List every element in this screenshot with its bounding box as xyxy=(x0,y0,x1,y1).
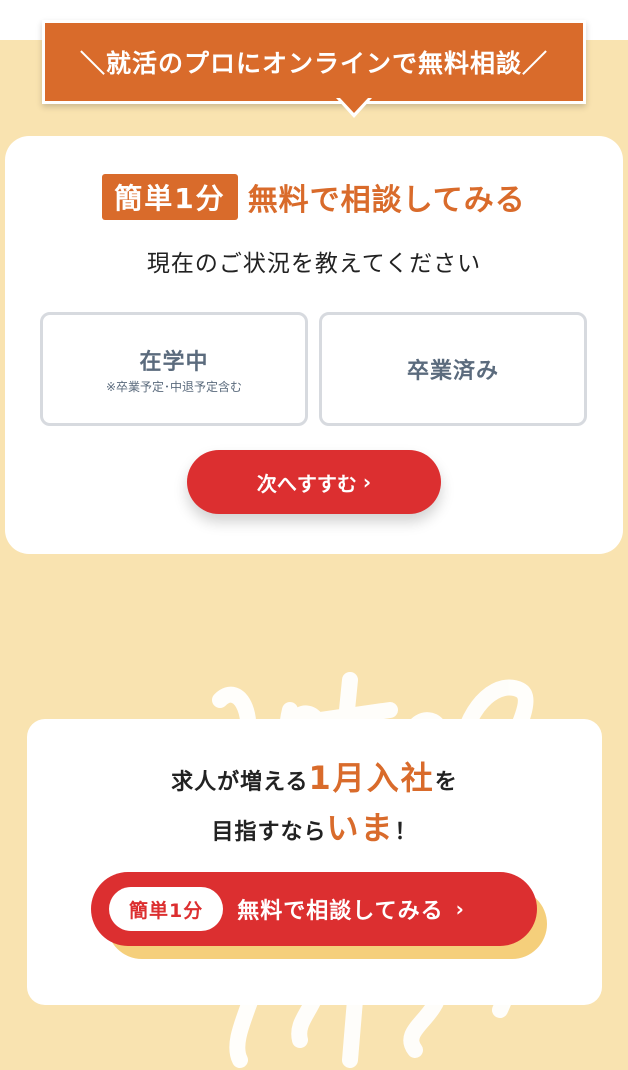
quick-badge: 簡単1分 xyxy=(102,174,238,220)
option-label: 在学中 xyxy=(139,349,209,375)
next-button[interactable]: 次へすすむ › xyxy=(187,450,441,514)
cta-text: ！ xyxy=(394,820,418,845)
card-title: 無料で相談してみる xyxy=(247,183,526,218)
cta-text: を xyxy=(434,770,458,795)
consultation-form-card: 簡単1分 無料で相談してみる 現在のご状況を教えてください 在学中 ※卒業予定･… xyxy=(5,136,623,554)
cta-line-1: 求人が増える1月入社を xyxy=(27,753,602,799)
option-in-school[interactable]: 在学中 ※卒業予定･中退予定含む xyxy=(40,312,308,426)
cta-button-label: 無料で相談してみる xyxy=(237,899,444,924)
cta-text: 目指すなら xyxy=(211,820,327,845)
chevron-right-icon: › xyxy=(455,897,464,921)
card-heading: 簡単1分 無料で相談してみる xyxy=(5,174,623,220)
ribbon-tail-inner xyxy=(340,98,368,113)
option-graduated[interactable]: 卒業済み xyxy=(319,312,587,426)
next-button-label: 次へすすむ xyxy=(256,471,357,496)
cta-highlight: いま xyxy=(326,809,395,847)
option-note: ※卒業予定･中退予定含む xyxy=(105,379,243,394)
chevron-right-icon: › xyxy=(362,470,372,494)
headline-ribbon: ＼就活のプロにオンラインで無料相談／ xyxy=(42,20,586,118)
status-question: 現在のご状況を教えてください xyxy=(146,251,482,277)
consult-button[interactable]: 簡単1分 無料で相談してみる › xyxy=(91,872,537,946)
option-label: 卒業済み xyxy=(406,359,499,384)
cta-text: 求人が増える xyxy=(171,770,309,795)
cta-card: 求人が増える1月入社を 目指すならいま！ 簡単1分 無料で相談してみる › xyxy=(27,719,602,1005)
cta-quick-badge: 簡単1分 xyxy=(109,887,224,931)
cta-highlight: 1月入社 xyxy=(308,759,435,797)
cta-line-2: 目指すならいま！ xyxy=(27,803,602,849)
ribbon-label: ＼就活のプロにオンラインで無料相談／ xyxy=(42,20,586,104)
